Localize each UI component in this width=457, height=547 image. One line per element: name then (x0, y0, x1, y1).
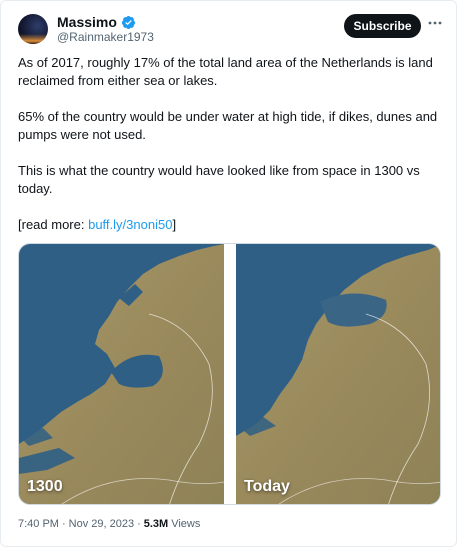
year-label-1300: 1300 (27, 478, 63, 495)
year-label-today: Today (244, 478, 290, 495)
tweet-paragraph: As of 2017, roughly 17% of the total lan… (18, 55, 433, 88)
meta-separator: · (61, 518, 66, 530)
media-divider (224, 244, 236, 504)
tweet-meta: 7:40 PM · Nov 29, 2023 · 5.3M Views (18, 518, 200, 530)
views-label: Views (171, 518, 201, 530)
read-more-prefix: [read more: (18, 217, 89, 232)
more-options-icon[interactable] (427, 15, 443, 31)
read-more-link[interactable]: buff.ly/3noni50 (88, 217, 172, 232)
tweet-media[interactable]: 1300 Today (18, 243, 441, 505)
tweet-date[interactable]: Nov 29, 2023 (69, 518, 134, 530)
author-handle[interactable]: @Rainmaker1973 (57, 30, 154, 44)
map-1300-image[interactable]: 1300 (19, 244, 224, 504)
tweet-time[interactable]: 7:40 PM (18, 518, 59, 530)
map-today-image[interactable]: Today (236, 244, 440, 504)
subscribe-button[interactable]: Subscribe (344, 14, 421, 38)
meta-separator: · (137, 518, 141, 530)
author-name-row[interactable]: Massimo (57, 14, 136, 30)
author-name[interactable]: Massimo (57, 14, 117, 30)
tweet-card: Massimo @Rainmaker1973 Subscribe As of 2… (0, 0, 457, 547)
tweet-read-more: [read more: buff.ly/3noni50] (18, 216, 440, 234)
read-more-suffix: ] (172, 217, 177, 232)
avatar[interactable] (18, 14, 48, 44)
tweet-paragraph: 65% of the country would be under water … (18, 109, 438, 142)
verified-badge-icon (121, 15, 135, 29)
tweet-paragraph: This is what the country would have look… (18, 163, 420, 196)
views-count: 5.3M (143, 518, 169, 530)
